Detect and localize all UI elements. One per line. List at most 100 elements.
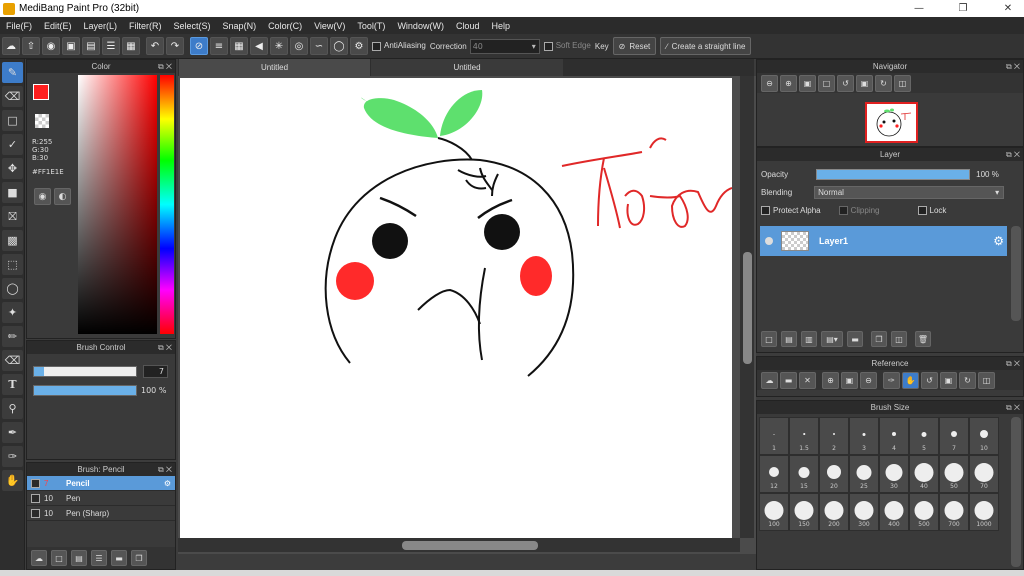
brush-size-700[interactable]: 700 — [939, 493, 969, 531]
brush-tool-icon[interactable]: ✎ — [2, 62, 23, 83]
text-tool-icon[interactable]: T — [2, 374, 23, 395]
new-brush-icon[interactable]: □ — [51, 550, 67, 566]
menu-tool[interactable]: Tool(T) — [351, 21, 391, 31]
brush-size-100[interactable]: 100 — [759, 493, 789, 531]
brush-size-50[interactable]: 50 — [939, 455, 969, 493]
eyedropper-icon[interactable]: ✑ — [883, 371, 900, 389]
brush-size-1000[interactable]: 1000 — [969, 493, 999, 531]
move-tool-icon[interactable]: ✥ — [2, 158, 23, 179]
antialiasing-option[interactable]: AntiAliasing — [372, 41, 426, 51]
menu-help[interactable]: Help — [485, 21, 516, 31]
reference-cloud-icon[interactable]: ☁ — [761, 371, 778, 389]
duplicate-layer-icon[interactable]: ❐ — [871, 331, 887, 347]
gear-icon[interactable]: ⚙ — [164, 479, 171, 488]
panel-close-icon[interactable]: ⧉ ✕ — [1006, 60, 1020, 73]
radial-snap-icon[interactable]: ✳ — [270, 37, 288, 55]
drawing-canvas[interactable] — [180, 78, 732, 538]
antialiasing-checkbox[interactable] — [372, 41, 381, 51]
brush-size-25[interactable]: 25 — [849, 455, 879, 493]
close-reference-icon[interactable]: ✕ — [799, 371, 816, 389]
brush-size-500[interactable]: 500 — [909, 493, 939, 531]
snap-settings-icon[interactable]: ⚙ — [350, 37, 368, 55]
layer-opacity-slider[interactable] — [816, 168, 971, 180]
reset-view-icon[interactable]: ▣ — [856, 74, 873, 92]
eyedropper-tool-icon[interactable]: ✑ — [2, 446, 23, 467]
menu-layer[interactable]: Layer(L) — [78, 21, 124, 31]
dot-tool-icon[interactable]: ✓ — [2, 134, 23, 155]
new-halftone-layer-icon[interactable]: ▤ — [781, 331, 797, 347]
divide-tool-icon[interactable]: ⚲ — [2, 398, 23, 419]
close-icon[interactable]: ✕ — [993, 0, 1023, 17]
brush-settings-icon[interactable]: ☰ — [91, 550, 107, 566]
straight-line-button[interactable]: ∕ Create a straight line — [660, 37, 752, 55]
menu-filter[interactable]: Filter(R) — [123, 21, 168, 31]
pen-tool-icon[interactable]: ✒ — [2, 422, 23, 443]
snap-off-icon[interactable]: ⊘ — [190, 37, 208, 55]
canvas-horizontal-scrollbar[interactable] — [178, 538, 740, 552]
brush-size-value[interactable]: 7 — [143, 365, 168, 378]
fit-icon[interactable]: ▣ — [799, 74, 816, 92]
correction-select[interactable]: 40 ▾ — [469, 38, 540, 54]
document-icon[interactable]: ▤ — [82, 37, 100, 55]
menu-select[interactable]: Select(S) — [168, 21, 217, 31]
canvas-vertical-scrollbar[interactable] — [740, 76, 754, 538]
transparent-color-swatch[interactable] — [35, 114, 49, 128]
actual-size-icon[interactable]: □ — [818, 74, 835, 92]
horizontal-scroll-thumb[interactable] — [402, 541, 538, 550]
brush-size-1-5[interactable]: 1.5 — [789, 417, 819, 455]
fit-icon[interactable]: ▣ — [841, 371, 858, 389]
menu-file[interactable]: File(F) — [0, 21, 38, 31]
brush-folder-icon[interactable]: ▬ — [111, 550, 127, 566]
grid-icon[interactable]: ▦ — [122, 37, 140, 55]
menu-cloud[interactable]: Cloud — [450, 21, 486, 31]
flip-icon[interactable]: ◫ — [978, 371, 995, 389]
gear-icon[interactable]: ⚙ — [993, 234, 1004, 248]
brush-size-3[interactable]: 3 — [849, 417, 879, 455]
menu-color[interactable]: Color(C) — [262, 21, 308, 31]
new-layer-icon[interactable]: □ — [761, 331, 777, 347]
brush-size-150[interactable]: 150 — [789, 493, 819, 531]
panel-close-icon[interactable]: ⧉ ✕ — [1006, 401, 1020, 414]
minimize-icon[interactable]: — — [904, 0, 934, 17]
upload-icon[interactable]: ⇧ — [22, 37, 40, 55]
eye-icon[interactable] — [765, 237, 773, 245]
color-swap-icon[interactable]: ◐ — [54, 188, 71, 205]
fill-shape-tool-icon[interactable]: ■ — [2, 182, 23, 203]
layer-scrollbar[interactable] — [1011, 226, 1021, 321]
zoom-in-icon[interactable]: ⊕ — [780, 74, 797, 92]
select-tool-icon[interactable]: ⬚ — [2, 254, 23, 275]
brush-size-10[interactable]: 10 — [969, 417, 999, 455]
menu-edit[interactable]: Edit(E) — [38, 21, 78, 31]
reset-view-icon[interactable]: ▣ — [940, 371, 957, 389]
palette-icon[interactable]: ◉ — [34, 188, 51, 205]
brush-size-30[interactable]: 30 — [879, 455, 909, 493]
brush-item-pencil[interactable]: 7 Pencil ⚙ — [27, 476, 175, 491]
magic-wand-tool-icon[interactable]: ✦ — [2, 302, 23, 323]
panel-close-icon[interactable]: ⧉ ✕ — [1006, 357, 1020, 370]
chat-icon[interactable]: ▣ — [62, 37, 80, 55]
merge-layer-icon[interactable]: ◫ — [891, 331, 907, 347]
rotate-right-icon[interactable]: ↻ — [959, 371, 976, 389]
brush-size-400[interactable]: 400 — [879, 493, 909, 531]
circle-snap-icon[interactable]: ◎ — [290, 37, 308, 55]
open-folder-icon[interactable]: ▬ — [780, 371, 797, 389]
rotate-right-icon[interactable]: ↻ — [875, 74, 892, 92]
cloud-icon[interactable]: ☁ — [2, 37, 20, 55]
hue-slider[interactable] — [160, 75, 174, 334]
brush-opacity-slider[interactable] — [33, 385, 137, 396]
foreground-color-swatch[interactable] — [33, 84, 49, 100]
panel-close-icon[interactable]: ⧉ ✕ — [158, 341, 172, 354]
brush-size-1[interactable]: 1 — [759, 417, 789, 455]
brush-size-slider[interactable] — [33, 366, 137, 377]
brush-size-300[interactable]: 300 — [849, 493, 879, 531]
panel-close-icon[interactable]: ⧉ ✕ — [158, 463, 172, 476]
eraser-tool-icon[interactable]: ⌫ — [2, 86, 23, 107]
rectangle-tool-icon[interactable]: □ — [2, 110, 23, 131]
delete-layer-icon[interactable]: 🗑 — [915, 331, 931, 347]
brush-size-7[interactable]: 7 — [939, 417, 969, 455]
menu-snap[interactable]: Snap(N) — [217, 21, 263, 31]
soft-edge-option[interactable]: Soft Edge — [543, 41, 591, 51]
lock-checkbox[interactable] — [917, 205, 927, 215]
cross-snap-icon[interactable]: ▦ — [230, 37, 248, 55]
brush-size-70[interactable]: 70 — [969, 455, 999, 493]
